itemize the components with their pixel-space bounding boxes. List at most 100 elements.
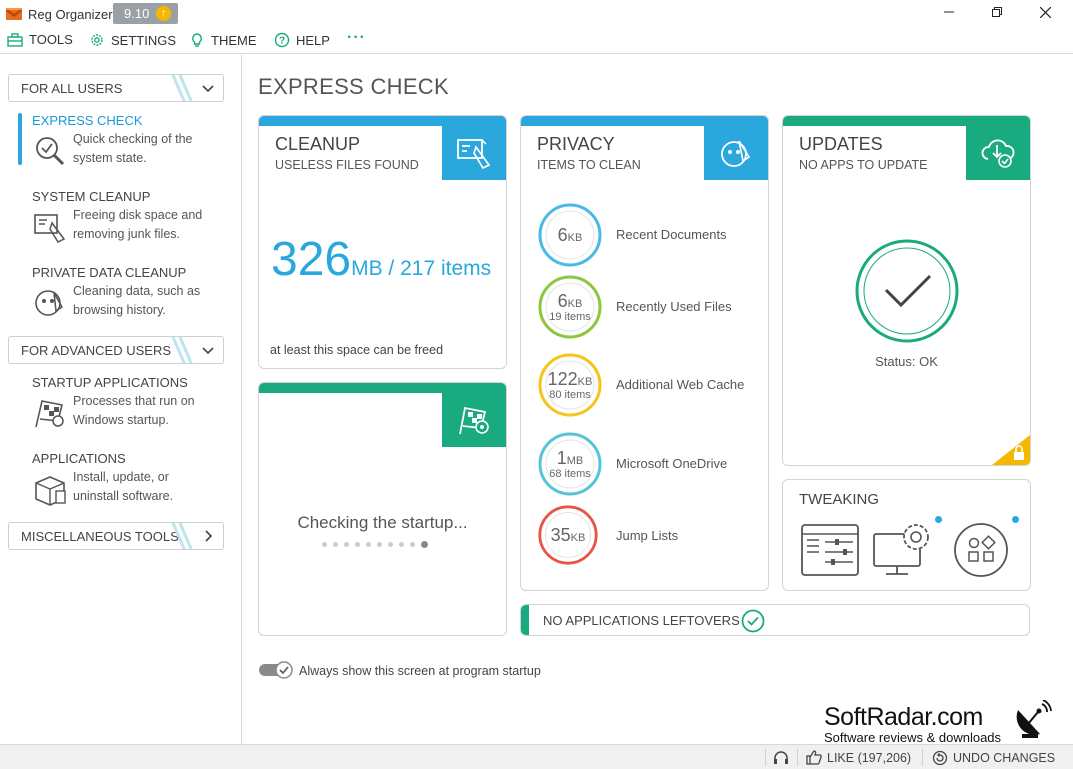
- privacy-row-recently-used-files[interactable]: 6KB 19 items Recently Used Files: [537, 274, 768, 339]
- show-at-startup-toggle[interactable]: [259, 661, 293, 679]
- cleanup-card[interactable]: CLEANUP USELESS FILES FOUND 326MB / 217 …: [258, 115, 507, 369]
- startup-check-card[interactable]: Checking the startup...: [258, 382, 507, 636]
- apps-grid-icon[interactable]: [953, 522, 1009, 578]
- chevron-down-icon: [202, 85, 214, 93]
- minimize-button[interactable]: [926, 0, 972, 24]
- undo-label: UNDO CHANGES: [953, 751, 1056, 765]
- sidebar-item-system-cleanup[interactable]: SYSTEM CLEANUP Freeing disk space and rem…: [18, 189, 233, 249]
- cleanup-size-unit: MB: [351, 257, 383, 280]
- startup-icon-box: [442, 393, 506, 447]
- help-icon: ?: [274, 32, 290, 48]
- privacy-row-onedrive[interactable]: 1MB 68 items Microsoft OneDrive: [537, 431, 768, 496]
- sidebar-item-title: EXPRESS CHECK: [32, 113, 143, 128]
- sidebar-item-desc: Install, update, or uninstall software.: [73, 470, 174, 503]
- applications-box-icon: [35, 476, 66, 506]
- privacy-icon-box: [704, 126, 768, 180]
- chevron-right-icon: [205, 530, 213, 542]
- leftovers-bar[interactable]: NO APPLICATIONS LEFTOVERS: [520, 604, 1030, 636]
- new-dot-indicator: [1012, 516, 1019, 523]
- version-badge[interactable]: 9.10 ↑: [113, 3, 178, 24]
- card-title: CLEANUP: [275, 134, 361, 154]
- restore-icon: [992, 7, 1002, 17]
- group-label: MISCELLANEOUS TOOLS: [21, 528, 179, 544]
- privacy-row-label: Recent Documents: [616, 227, 727, 242]
- sidebar-item-startup-applications[interactable]: STARTUP APPLICATIONS Processes that run …: [18, 375, 233, 435]
- menu-bar: TOOLS SETTINGS THEME ? HELP ···: [0, 28, 1073, 54]
- privacy-ring-value: 6KB 19 items: [549, 290, 591, 323]
- cleanup-size-readout: 326MB / 217 items: [271, 232, 491, 287]
- show-at-startup-label: Always show this screen at program start…: [299, 664, 541, 678]
- svg-text:?: ?: [279, 36, 285, 47]
- maximize-button[interactable]: [974, 0, 1020, 24]
- menu-settings[interactable]: SETTINGS: [89, 32, 176, 48]
- sidebar-item-private-data-cleanup[interactable]: PRIVATE DATA CLEANUP Cleaning data, such…: [18, 265, 233, 325]
- active-indicator: [18, 113, 22, 165]
- cleanup-icon-box: [442, 126, 506, 180]
- sidebar-item-title: STARTUP APPLICATIONS: [32, 375, 188, 390]
- sidebar-item-applications[interactable]: APPLICATIONS Install, update, or uninstal…: [18, 451, 233, 511]
- title-bar: Reg Organizer 9.10 ↑: [0, 0, 1073, 28]
- cleanup-size-value: 326: [271, 233, 352, 286]
- card-accent-strip: [259, 383, 506, 393]
- page-title: EXPRESS CHECK: [258, 74, 449, 99]
- sidebar-item-desc: Quick checking of the system state.: [73, 132, 193, 165]
- group-label: FOR ALL USERS: [21, 80, 123, 96]
- tweaking-card[interactable]: TWEAKING: [782, 479, 1031, 591]
- update-arrow-icon: ↑: [156, 6, 171, 21]
- separator: [797, 749, 798, 766]
- card-title: PRIVACY: [537, 134, 615, 154]
- separator: [765, 749, 766, 766]
- sidebar-item-title: PRIVATE DATA CLEANUP: [32, 265, 187, 280]
- menu-tools[interactable]: TOOLS: [7, 32, 73, 47]
- privacy-card[interactable]: PRIVACY ITEMS TO CLEAN 6KB Recent Docume…: [520, 115, 769, 591]
- leftovers-accent: [521, 605, 529, 635]
- lightbulb-icon: [192, 33, 202, 47]
- group-for-all-users[interactable]: FOR ALL USERS: [8, 74, 224, 102]
- sidebar: FOR ALL USERS EXPRESS CHECK Quick checki…: [0, 55, 242, 745]
- undo-changes-button[interactable]: UNDO CHANGES: [932, 750, 1055, 766]
- sidebar-item-desc: Freeing disk space and removing junk file…: [73, 208, 203, 241]
- group-for-advanced-users[interactable]: FOR ADVANCED USERS: [8, 336, 224, 364]
- updates-card[interactable]: UPDATES NO APPS TO UPDATE Status: OK: [782, 115, 1031, 466]
- status-bar: LIKE (197,206) UNDO CHANGES: [0, 744, 1073, 769]
- card-accent-strip: [783, 116, 1030, 126]
- menu-settings-label: SETTINGS: [111, 32, 177, 48]
- like-button[interactable]: LIKE (197,206): [806, 750, 911, 765]
- startup-flag-icon: [35, 400, 64, 428]
- menu-help[interactable]: ? HELP: [274, 32, 330, 48]
- system-cleanup-icon: [34, 214, 66, 243]
- privacy-ring-value: 1MB 68 items: [549, 447, 591, 480]
- lock-corner-icon: [992, 435, 1030, 465]
- card-accent-strip: [259, 116, 506, 126]
- card-title: UPDATES: [799, 134, 883, 154]
- satellite-dish-icon: [1016, 700, 1052, 738]
- headset-icon[interactable]: [773, 750, 789, 766]
- check-circle-icon: [741, 609, 765, 633]
- sidebar-item-express-check[interactable]: EXPRESS CHECK Quick checking of the syste…: [18, 113, 233, 173]
- undo-icon: [932, 750, 948, 766]
- privacy-row-web-cache[interactable]: 122KB 80 items Additional Web Cache: [537, 352, 768, 417]
- cleanup-items-count: / 217 items: [382, 257, 492, 280]
- group-label: FOR ADVANCED USERS: [21, 342, 172, 358]
- sidebar-item-title: SYSTEM CLEANUP: [32, 189, 151, 204]
- close-button[interactable]: [1022, 0, 1068, 24]
- card-title: TWEAKING: [799, 491, 880, 508]
- private-data-icon: [35, 290, 63, 316]
- settings-panel-icon[interactable]: [801, 524, 859, 576]
- privacy-mask-icon: [721, 140, 751, 167]
- menu-theme[interactable]: THEME: [189, 32, 257, 48]
- more-menu-button[interactable]: ···: [347, 29, 366, 47]
- sidebar-item-title: APPLICATIONS: [32, 451, 126, 466]
- app-logo-icon: [6, 8, 22, 20]
- cleanup-note: at least this space can be freed: [270, 343, 444, 357]
- group-miscellaneous-tools[interactable]: MISCELLANEOUS TOOLS: [8, 522, 224, 550]
- privacy-row-jump-lists[interactable]: 35KB Jump Lists: [537, 504, 768, 568]
- privacy-row-recent-documents[interactable]: 6KB Recent Documents: [537, 202, 768, 267]
- stripes-decoration: [171, 75, 193, 101]
- computer-gear-icon[interactable]: [872, 520, 936, 578]
- updates-icon-box: [966, 126, 1030, 180]
- stripes-decoration: [171, 523, 193, 549]
- sidebar-item-desc: Processes that run on Windows startup.: [73, 394, 195, 427]
- thumbs-up-icon: [806, 750, 822, 765]
- magnifier-check-icon: [36, 137, 65, 166]
